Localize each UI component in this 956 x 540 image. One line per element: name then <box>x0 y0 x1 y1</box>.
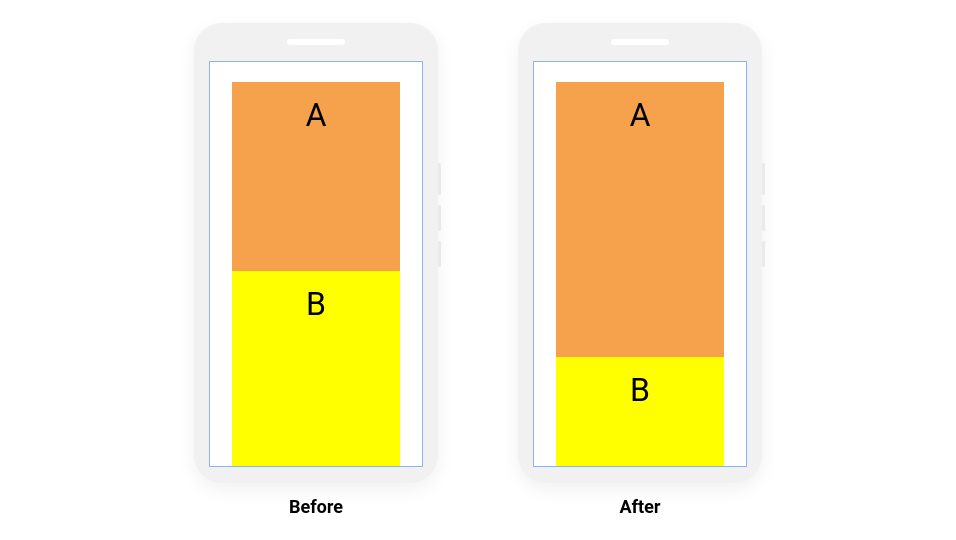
caption-before: Before <box>289 497 343 518</box>
side-button <box>762 241 765 267</box>
phone-frame: A B <box>194 23 438 483</box>
phone-side-buttons <box>762 163 765 267</box>
side-button <box>762 163 765 195</box>
phone-top-bar <box>194 23 438 61</box>
speaker-slot <box>611 39 669 45</box>
phone-frame: A B <box>518 23 762 483</box>
block-a-label: A <box>630 96 651 134</box>
phone-side-buttons <box>438 163 441 267</box>
phone-after: A B After <box>518 23 762 518</box>
phone-top-bar <box>518 23 762 61</box>
side-button <box>762 205 765 231</box>
side-button <box>438 163 441 195</box>
block-b-label: B <box>630 371 650 409</box>
side-button <box>438 205 441 231</box>
block-a-label: A <box>306 96 327 134</box>
caption-after: After <box>620 497 661 518</box>
screen-content: A B <box>232 82 400 467</box>
phone-before: A B Before <box>194 23 438 518</box>
speaker-slot <box>287 39 345 45</box>
phone-screen: A B <box>209 61 423 467</box>
block-b-label: B <box>306 285 326 323</box>
side-button <box>438 241 441 267</box>
block-b: B <box>556 357 724 466</box>
screen-content: A B <box>556 82 724 467</box>
phone-screen: A B <box>533 61 747 467</box>
block-a: A <box>232 82 400 271</box>
block-b: B <box>232 271 400 467</box>
block-a: A <box>556 82 724 358</box>
